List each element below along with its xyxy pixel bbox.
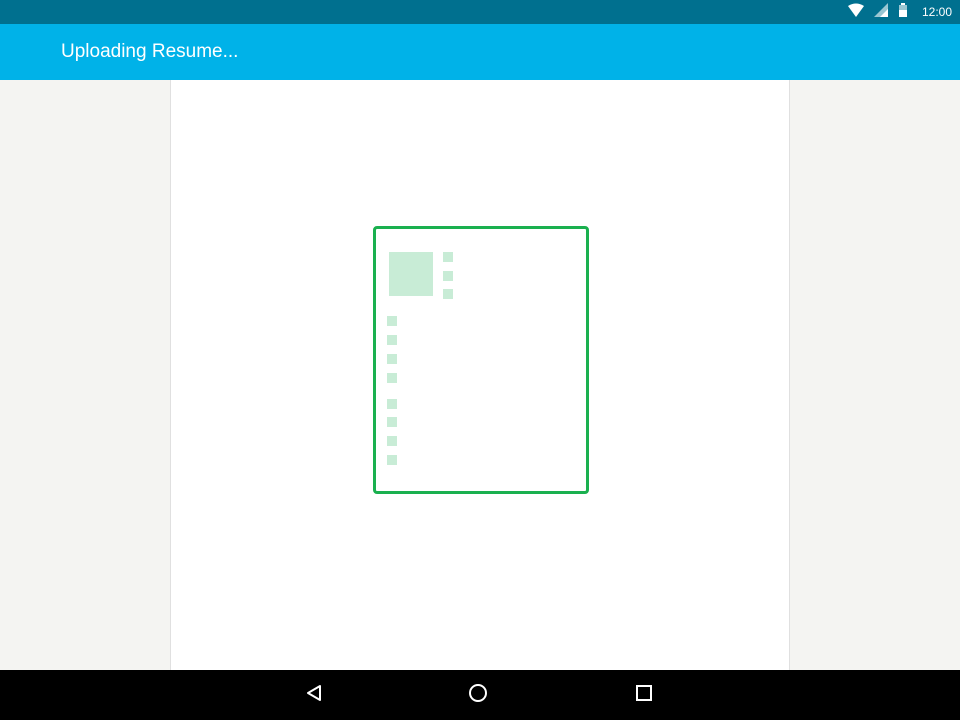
- resume-line-placeholder: [387, 417, 397, 427]
- upload-panel: [170, 80, 790, 670]
- resume-line-placeholder: [443, 289, 453, 299]
- status-icons: 12:00: [847, 0, 952, 24]
- status-bar: 12:00: [0, 0, 960, 24]
- resume-line-placeholder: [387, 335, 397, 345]
- navigation-bar: [0, 670, 960, 720]
- app-title: Uploading Resume...: [61, 41, 239, 62]
- resume-line-placeholder: [387, 455, 397, 465]
- resume-document-icon: [373, 226, 589, 494]
- recents-icon: [635, 684, 653, 707]
- app-bar: Uploading Resume...: [0, 24, 960, 80]
- resume-line-placeholder: [387, 316, 397, 326]
- home-icon: [468, 683, 488, 708]
- back-icon: [305, 684, 323, 707]
- home-button[interactable]: [454, 670, 502, 720]
- resume-line-placeholder: [443, 271, 453, 281]
- status-time: 12:00: [921, 5, 952, 19]
- back-button[interactable]: [290, 670, 338, 720]
- resume-line-placeholder: [387, 373, 397, 383]
- battery-icon: [898, 2, 908, 22]
- resume-line-placeholder: [443, 252, 453, 262]
- resume-line-placeholder: [387, 354, 397, 364]
- resume-line-placeholder: [387, 436, 397, 446]
- signal-icon: [873, 2, 888, 22]
- recents-button[interactable]: [620, 670, 668, 720]
- wifi-icon: [847, 3, 864, 22]
- resume-photo-placeholder: [389, 252, 433, 296]
- resume-line-placeholder: [387, 399, 397, 409]
- content-area: [0, 80, 960, 670]
